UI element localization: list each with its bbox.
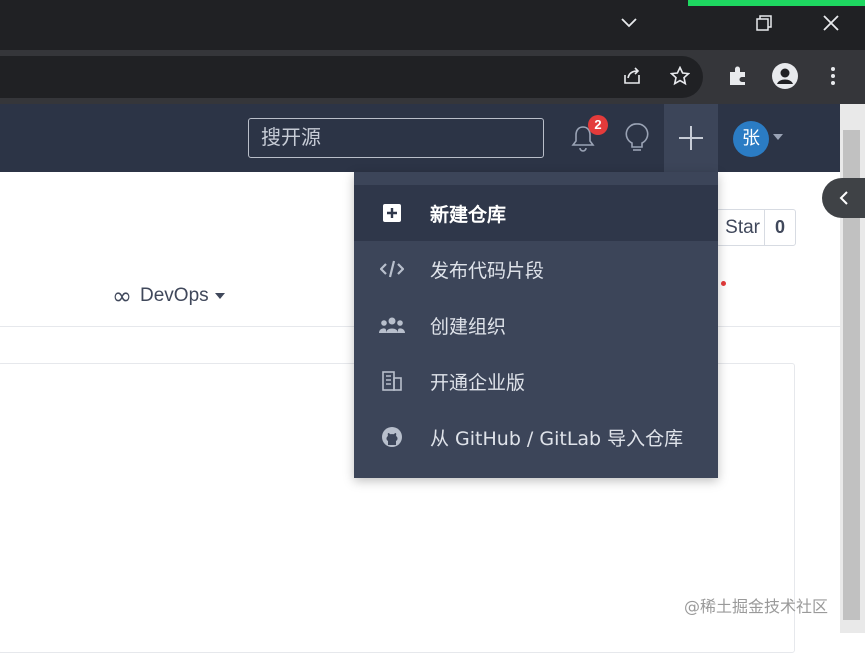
menu-item-label: 从 GitHub / GitLab 导入仓库 (430, 427, 684, 450)
create-dropdown-menu: 新建仓库 发布代码片段 创建组织 开通企业版 从 GitHub / GitLab… (354, 172, 718, 478)
menu-item-new-repo[interactable]: 新建仓库 (354, 185, 718, 241)
plus-icon (679, 126, 703, 150)
chevron-down-icon[interactable] (773, 134, 783, 140)
chevron-left-icon (839, 191, 848, 205)
search-input[interactable]: 搜开源 (248, 118, 544, 158)
star-button[interactable]: Star 0 (716, 209, 796, 246)
share-icon[interactable] (618, 62, 646, 90)
devops-label: DevOps (140, 285, 209, 306)
restore-window-icon[interactable] (747, 8, 781, 38)
menu-item-label: 新建仓库 (430, 203, 507, 226)
menu-item-enterprise[interactable]: 开通企业版 (354, 353, 718, 409)
sidebar-toggle-button[interactable] (822, 178, 865, 218)
building-icon (354, 371, 430, 391)
menu-item-publish-snippet[interactable]: 发布代码片段 (354, 241, 718, 297)
star-label: Star (717, 210, 765, 245)
infinity-icon: ∞ (112, 282, 132, 310)
new-indicator-dot (721, 281, 726, 286)
plus-square-icon (354, 204, 430, 222)
notification-badge: 2 (588, 115, 608, 135)
browser-titlebar (0, 0, 865, 50)
tab-search-chevron-icon[interactable] (612, 8, 646, 38)
watermark-text: @稀土掘金技术社区 (684, 597, 829, 616)
star-count: 0 (774, 217, 785, 237)
profile-icon[interactable] (771, 62, 799, 90)
devops-menu[interactable]: ∞ DevOps (112, 282, 225, 310)
menu-item-label: 发布代码片段 (430, 259, 545, 282)
menu-item-create-org[interactable]: 创建组织 (354, 297, 718, 353)
extensions-icon[interactable] (724, 62, 752, 90)
code-icon (354, 260, 430, 278)
window-accent-bar (688, 0, 865, 6)
menu-item-label: 创建组织 (430, 315, 507, 338)
create-new-button[interactable] (664, 104, 718, 172)
address-bar[interactable] (0, 56, 703, 98)
chevron-down-icon (214, 293, 225, 299)
menu-item-label: 开通企业版 (430, 371, 526, 394)
users-icon (354, 317, 430, 333)
menu-item-import-repo[interactable]: 从 GitHub / GitLab 导入仓库 (354, 409, 718, 465)
bookmark-star-icon[interactable] (666, 62, 694, 90)
github-icon (354, 426, 430, 448)
avatar[interactable]: 张 (733, 121, 769, 157)
close-window-icon[interactable] (814, 8, 848, 38)
browser-menu-icon[interactable] (819, 62, 847, 90)
lightbulb-icon[interactable] (620, 120, 654, 156)
